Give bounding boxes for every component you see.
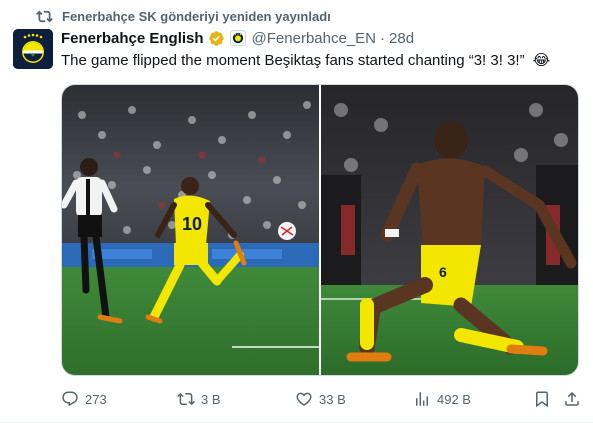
bookmark-icon	[536, 391, 548, 408]
reply-button[interactable]: 273	[61, 390, 177, 408]
action-bar: 273 3 B 33 B 492 B	[61, 388, 581, 410]
views-button[interactable]: 492 B	[413, 390, 531, 408]
like-count: 33 B	[319, 391, 346, 407]
photo-player-shooting[interactable]: 10	[62, 85, 319, 375]
player-jersey-number-right: 6	[439, 264, 447, 280]
repost-count: 3 B	[201, 391, 221, 407]
fenerbahce-crest-icon	[13, 29, 53, 69]
player-jersey-number-left: 10	[182, 214, 202, 234]
affiliate-badge-icon[interactable]	[229, 30, 246, 46]
separator-dot: ·	[380, 29, 386, 47]
tweet-header: Fenerbahçe English @Fenerbahce_EN · 28d	[61, 28, 577, 48]
verified-badge-icon	[208, 30, 225, 47]
views-icon	[416, 392, 428, 406]
bookmark-button[interactable]	[533, 390, 551, 408]
author-name[interactable]: Fenerbahçe English	[61, 30, 204, 47]
media-grid: 10 6	[61, 84, 579, 376]
avatar[interactable]	[13, 29, 53, 69]
laughing-emoji: 😂	[532, 52, 551, 69]
repost-button[interactable]: 3 B	[177, 390, 295, 408]
tweet-body: The game flipped the moment Beşiktaş fan…	[61, 52, 525, 69]
like-icon	[296, 392, 312, 406]
views-count: 492 B	[437, 391, 471, 407]
photo-player-celebrating[interactable]: 6	[321, 85, 578, 375]
social-context-label: Fenerbahçe SK gönderiyi yeniden yayınlad…	[62, 8, 331, 24]
reply-count: 273	[85, 391, 107, 407]
social-context[interactable]: Fenerbahçe SK gönderiyi yeniden yayınlad…	[36, 6, 331, 26]
author-handle[interactable]: @Fenerbahce_EN	[252, 30, 376, 47]
share-button[interactable]	[563, 390, 581, 408]
repost-icon	[36, 8, 54, 24]
like-button[interactable]: 33 B	[295, 390, 413, 408]
repost-icon	[177, 392, 195, 406]
share-icon	[565, 391, 579, 406]
post-time[interactable]: 28d	[389, 30, 414, 47]
tweet-text: The game flipped the moment Beşiktaş fan…	[61, 51, 577, 71]
reply-icon	[62, 391, 78, 407]
